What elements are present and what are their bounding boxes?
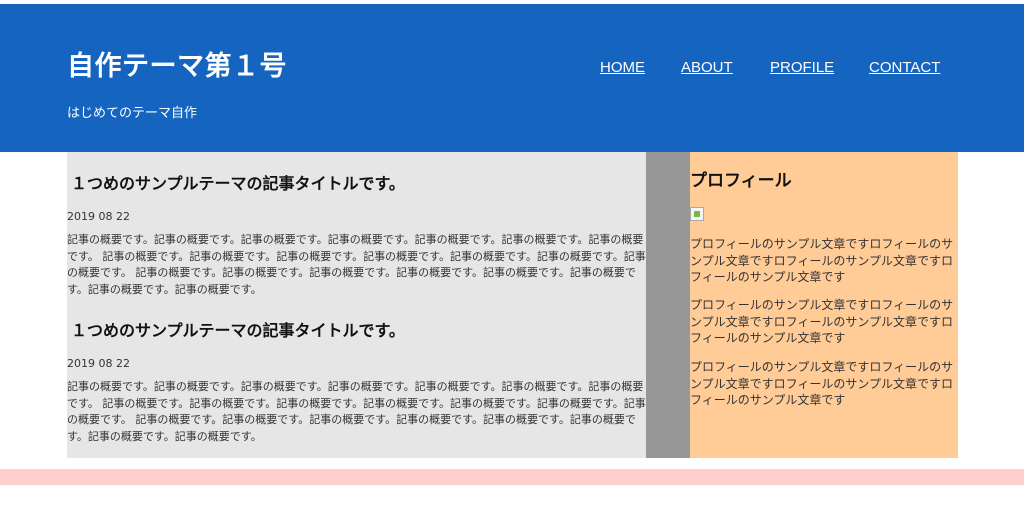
profile-paragraph: プロフィールのサンプル文章ですロフィールのサンプル文章ですロフィールのサンプル文… <box>690 237 954 284</box>
column-gutter <box>646 152 690 458</box>
nav-link-home[interactable]: HOME <box>600 59 645 76</box>
global-nav: HOME ABOUT PROFILE CONTACT <box>0 59 1024 83</box>
nav-link-profile[interactable]: PROFILE <box>770 59 834 76</box>
sidebar: プロフィール プロフィールのサンプル文章ですロフィールのサンプル文章ですロフィー… <box>690 152 958 458</box>
article-title[interactable]: １つめのサンプルテーマの記事タイトルです。 <box>67 170 646 194</box>
sidebar-title: プロフィール <box>690 171 792 191</box>
footer-band <box>0 469 1024 485</box>
article-title[interactable]: １つめのサンプルテーマの記事タイトルです。 <box>67 317 646 341</box>
article-date: 2019 08 22 <box>67 210 130 223</box>
article-excerpt: 記事の概要です。記事の概要です。記事の概要です。記事の概要です。記事の概要です。… <box>67 380 646 443</box>
article-excerpt: 記事の概要です。記事の概要です。記事の概要です。記事の概要です。記事の概要です。… <box>67 233 646 296</box>
broken-image-icon <box>690 207 704 221</box>
main-content: １つめのサンプルテーマの記事タイトルです。 2019 08 22 記事の概要です… <box>67 152 646 458</box>
article-item: １つめのサンプルテーマの記事タイトルです。 2019 08 22 記事の概要です… <box>67 170 646 298</box>
site-description: はじめてのテーマ自作 <box>67 106 198 121</box>
article-item: １つめのサンプルテーマの記事タイトルです。 2019 08 22 記事の概要です… <box>67 317 646 445</box>
nav-link-about[interactable]: ABOUT <box>681 59 733 76</box>
nav-link-contact[interactable]: CONTACT <box>869 59 940 76</box>
site-header: 自作テーマ第１号 はじめてのテーマ自作 HOME ABOUT PROFILE C… <box>0 4 1024 152</box>
profile-paragraph: プロフィールのサンプル文章ですロフィールのサンプル文章ですロフィールのサンプル文… <box>690 360 954 407</box>
profile-paragraph: プロフィールのサンプル文章ですロフィールのサンプル文章ですロフィールのサンプル文… <box>690 298 954 345</box>
article-date: 2019 08 22 <box>67 357 130 370</box>
